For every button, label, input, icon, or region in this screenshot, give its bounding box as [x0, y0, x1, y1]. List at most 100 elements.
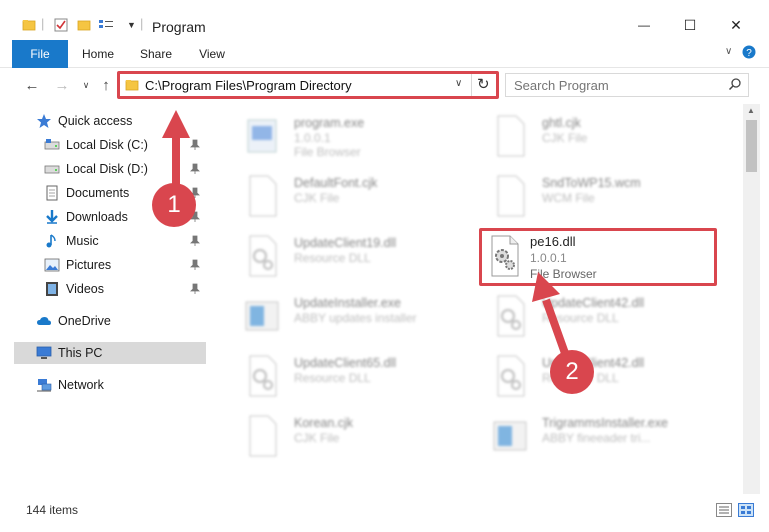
chevron-down-icon: ∨ [82, 79, 90, 90]
tab-view[interactable]: View [194, 40, 230, 68]
tiles-view-icon[interactable] [738, 503, 754, 520]
pin-icon[interactable] [190, 259, 200, 274]
sidebar-item-label: This PC [58, 346, 103, 360]
maximize-icon: ☐ [683, 16, 697, 33]
details-view-icon[interactable] [716, 503, 732, 520]
help-icon[interactable]: ? [742, 45, 756, 62]
close-button[interactable]: ✕ [713, 10, 759, 40]
arrow-right-icon: → [54, 76, 70, 94]
sidebar-item-label: Music [66, 234, 99, 248]
address-row: ← → ∨ ↑ C:\Program Files\Program Directo… [0, 68, 769, 104]
tab-file[interactable]: File [12, 40, 68, 68]
sidebar-item-quick-access[interactable]: Quick access [36, 110, 228, 132]
file-item[interactable]: TrigrammsInstaller.exe ABBY fineeader tr… [470, 410, 720, 466]
documents-icon [44, 185, 60, 201]
sidebar-item-videos[interactable]: Videos [44, 278, 206, 300]
file-type: Resource DLL [542, 311, 619, 325]
network-icon [36, 377, 52, 393]
file-item[interactable]: UpdateClient19.dll Resource DLL [222, 230, 472, 286]
file-item[interactable]: Korean.cjk CJK File [222, 410, 472, 466]
dll-icon [490, 354, 530, 400]
file-name: UpdateInstaller.exe [294, 296, 402, 310]
blank-file-icon [490, 114, 530, 160]
title-separator: | [140, 16, 144, 31]
file-name: UpdateClient42.dll [542, 296, 645, 310]
qa-separator: | [41, 16, 45, 31]
sidebar-item-onedrive[interactable]: OneDrive [36, 310, 206, 332]
forward-button[interactable]: → [52, 74, 72, 96]
status-bar: 144 items [0, 494, 769, 532]
search-input[interactable] [514, 77, 724, 93]
sidebar-item-music[interactable]: Music [44, 230, 206, 252]
pin-icon[interactable] [190, 139, 200, 154]
sidebar-item-label: Local Disk (D:) [66, 162, 148, 176]
file-type: CJK File [294, 431, 340, 445]
properties-icon[interactable] [54, 18, 68, 32]
navigation-pane: Quick access Local Disk (C:) Local Disk … [0, 104, 208, 494]
file-item[interactable]: program.exe 1.0.0.1 File Browser [222, 110, 472, 166]
videos-icon [44, 281, 60, 297]
sidebar-item-local-disk-d[interactable]: Local Disk (D:) [44, 158, 206, 180]
vertical-scrollbar[interactable]: ▲ [743, 104, 760, 494]
back-button[interactable]: ← [22, 74, 42, 96]
sidebar-item-label: Pictures [66, 258, 112, 272]
arrow-left-icon: ← [24, 76, 40, 94]
sidebar-item-label: Videos [66, 282, 104, 296]
pictures-icon [44, 257, 60, 273]
file-list: program.exe 1.0.0.1 File Browser ghtl.cj… [208, 104, 743, 494]
file-item[interactable]: ghtl.cjk CJK File [470, 110, 720, 166]
sidebar-item-pictures[interactable]: Pictures [44, 254, 206, 276]
close-icon: ✕ [730, 16, 742, 33]
file-name: UpdateClient65.dll [294, 356, 397, 370]
customize-qa-icon[interactable]: ▼ [127, 20, 136, 30]
file-item[interactable]: UpdateClient65.dll Resource DLL [222, 350, 472, 406]
file-name: SndToWP15.wcm [542, 176, 641, 190]
drive-icon [44, 161, 60, 177]
file-name: DefaultFont.cjk [294, 176, 378, 190]
dll-icon [242, 234, 282, 280]
file-item[interactable]: UpdateClient42.dll Resource DLL [470, 290, 720, 346]
search-icon[interactable] [728, 77, 742, 94]
installer-icon [242, 294, 282, 340]
search-box[interactable] [505, 73, 749, 97]
pin-icon[interactable] [190, 283, 200, 298]
file-item[interactable]: UpdateInstaller.exe ABBY updates install… [222, 290, 472, 346]
file-type: CJK File [542, 131, 588, 145]
recent-locations-button[interactable]: ∨ [76, 74, 96, 96]
maximize-button[interactable]: ☐ [667, 10, 713, 40]
dll-icon [490, 294, 530, 340]
minimize-icon: — [638, 18, 650, 32]
minimize-button[interactable]: — [621, 10, 667, 40]
sidebar-item-this-pc[interactable]: This PC [14, 342, 206, 364]
sidebar-item-network[interactable]: Network [36, 374, 206, 396]
file-type: CJK File [294, 191, 340, 205]
tab-share[interactable]: Share [136, 40, 176, 68]
sidebar-item-label: Local Disk (C:) [66, 138, 148, 152]
scroll-thumb[interactable] [746, 120, 757, 172]
file-item[interactable]: SndToWP15.wcm WCM File [470, 170, 720, 226]
file-name: Korean.cjk [294, 416, 354, 430]
up-button[interactable]: ↑ [96, 74, 116, 96]
new-folder-icon[interactable] [77, 18, 91, 32]
blank-file-icon [242, 414, 282, 460]
tab-home[interactable]: Home [78, 40, 118, 68]
computer-icon [36, 345, 52, 361]
sidebar-item-label: Quick access [58, 114, 133, 128]
file-item[interactable]: DefaultFont.cjk CJK File [222, 170, 472, 226]
scroll-up-icon[interactable]: ▲ [747, 106, 755, 115]
sidebar-item-label: Network [58, 378, 104, 392]
file-name: TrigrammsInstaller.exe [542, 416, 668, 430]
expand-ribbon-icon[interactable]: ∨ [725, 46, 732, 57]
sidebar-item-local-disk-c[interactable]: Local Disk (C:) [44, 134, 206, 156]
pin-icon[interactable] [190, 163, 200, 178]
svg-text:?: ? [746, 48, 752, 59]
installer-icon [490, 414, 530, 460]
title-bar: | ▼ | Program — ☐ ✕ [0, 0, 769, 40]
file-highlight [479, 228, 717, 286]
file-description: ABBY fineeader tri... [542, 431, 651, 445]
download-icon [44, 209, 60, 225]
view-options-icon[interactable] [98, 18, 113, 32]
pin-icon[interactable] [190, 235, 200, 250]
file-item[interactable]: UpdateClient42.dll Resource DLL [470, 350, 720, 406]
star-icon [36, 113, 52, 129]
